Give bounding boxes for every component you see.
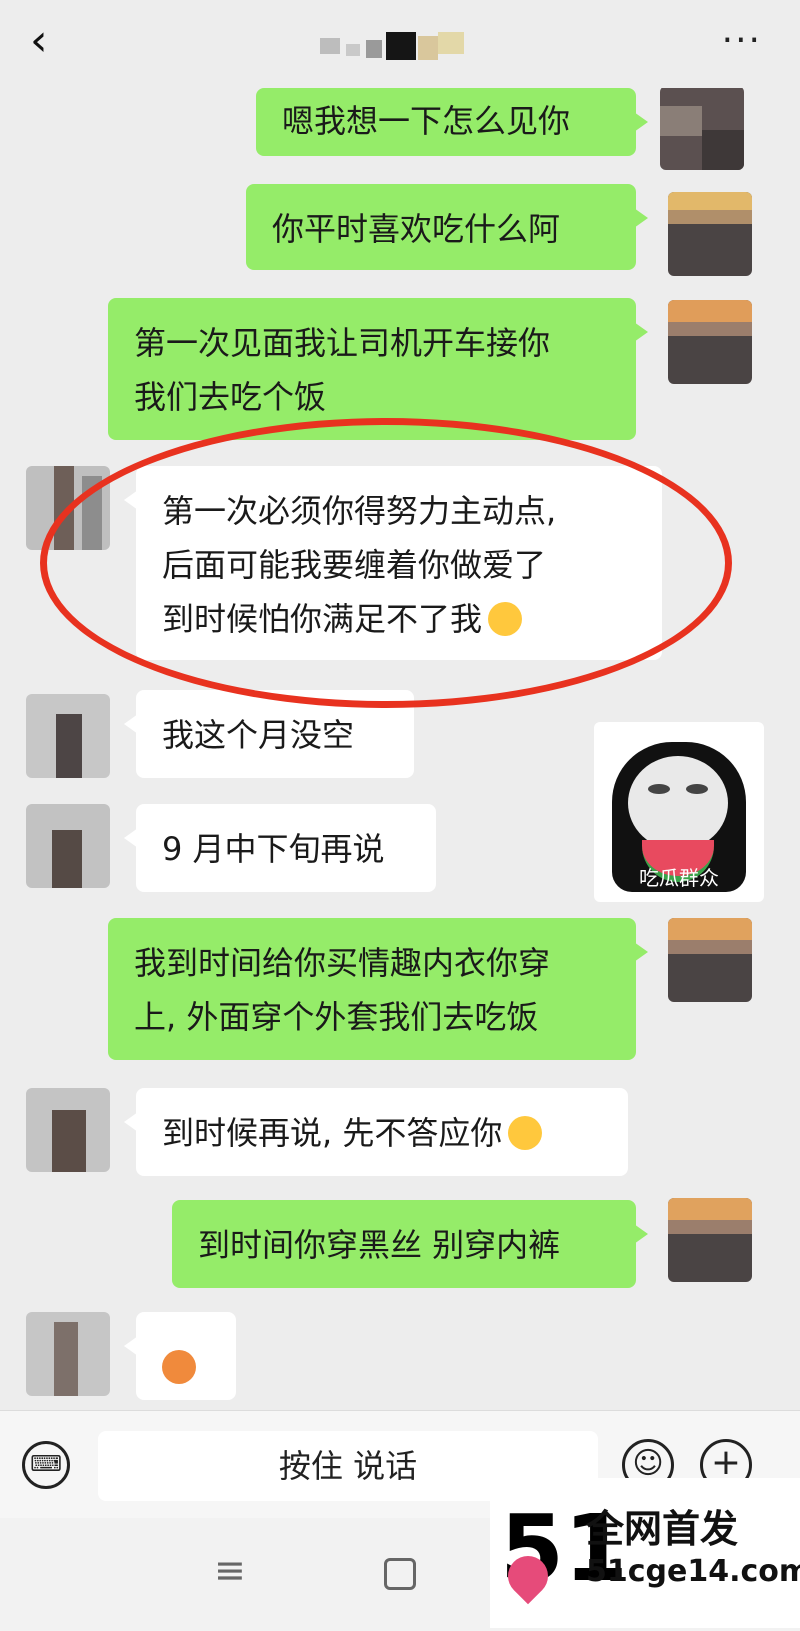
joy-emoji-icon	[488, 602, 523, 636]
avatar-other[interactable]	[26, 1312, 110, 1396]
avatar-me[interactable]	[660, 88, 744, 170]
sweat-smile-emoji-icon	[162, 1350, 196, 1384]
message-text: 我这个月没空	[162, 716, 355, 754]
message-text: 到时候再说, 先不答应你	[162, 1114, 503, 1152]
message-bubble-other[interactable]: 到时候再说, 先不答应你	[124, 1088, 628, 1176]
chevron-left-icon: ‹	[30, 15, 48, 66]
avatar-other[interactable]	[26, 694, 110, 778]
message-text: 第一次必须你得努力主动点,	[162, 492, 557, 530]
watermark-line1: 全网首发	[586, 1507, 739, 1551]
message-text: 我们去吃个饭	[134, 378, 327, 416]
message-text: 我到时间给你买情趣内衣你穿	[134, 944, 551, 982]
avatar-me[interactable]	[668, 300, 752, 384]
avatar-me[interactable]	[668, 1198, 752, 1282]
back-button[interactable]: ‹	[30, 18, 70, 64]
plus-icon: +	[710, 1442, 742, 1483]
message-text: 9 月中下旬再说	[162, 830, 385, 868]
menu-icon: ≡	[214, 1548, 246, 1592]
message-bubble-other[interactable]	[124, 1312, 236, 1400]
message-text: 你平时喜欢吃什么阿	[272, 210, 561, 248]
chat-header: ‹ ···	[0, 0, 800, 88]
sticker-caption: 吃瓜群众	[639, 866, 719, 890]
message-bubble-me[interactable]: 第一次见面我让司机开车接你 我们去吃个饭	[108, 298, 648, 440]
message-text: 到时候怕你满足不了我	[162, 600, 483, 638]
avatar-other[interactable]	[26, 1088, 110, 1172]
keyboard-icon: ⌨	[30, 1452, 62, 1477]
avatar-other[interactable]	[26, 466, 110, 550]
chat-area[interactable]: 嗯我想一下怎么见你 你平时喜欢吃什么阿 第一次见面我让司机开车接你 我们去吃个饭…	[0, 88, 800, 1410]
watermark: 51 全网首发 51cge14.com	[490, 1478, 800, 1628]
message-text: 到时间你穿黑丝 别穿内裤	[198, 1226, 561, 1264]
wink-tongue-emoji-icon	[508, 1116, 543, 1150]
message-bubble-me[interactable]: 嗯我想一下怎么见你	[256, 88, 648, 156]
message-bubble-other[interactable]: 第一次必须你得努力主动点, 后面可能我要缠着你做爱了 到时候怕你满足不了我	[124, 466, 662, 660]
message-bubble-me[interactable]: 你平时喜欢吃什么阿	[246, 184, 648, 270]
more-button[interactable]: ···	[722, 20, 762, 61]
home-button[interactable]	[384, 1558, 416, 1590]
menu-button[interactable]: ≡	[214, 1548, 246, 1592]
message-bubble-me[interactable]: 我到时间给你买情趣内衣你穿 上, 外面穿个外套我们去吃饭	[108, 918, 648, 1060]
keyboard-toggle-button[interactable]: ⌨	[22, 1441, 70, 1489]
watermark-line2: 51cge14.com	[586, 1554, 800, 1589]
message-bubble-other[interactable]: 9 月中下旬再说	[124, 804, 436, 892]
message-text: 嗯我想一下怎么见你	[282, 102, 571, 140]
avatar-other[interactable]	[26, 804, 110, 888]
message-text: 上, 外面穿个外套我们去吃饭	[134, 998, 539, 1036]
smile-icon: ☺	[632, 1446, 664, 1481]
message-text: 后面可能我要缠着你做爱了	[162, 546, 547, 584]
message-bubble-other[interactable]: 我这个月没空	[124, 690, 414, 778]
sticker-image[interactable]: 吃瓜群众	[594, 722, 764, 902]
message-bubble-me[interactable]: 到时间你穿黑丝 别穿内裤	[172, 1200, 648, 1288]
message-text: 第一次见面我让司机开车接你	[134, 324, 551, 362]
more-dots-icon: ···	[721, 20, 762, 61]
chat-title-blurred	[320, 28, 480, 62]
avatar-me[interactable]	[668, 918, 752, 1002]
avatar-me[interactable]	[668, 192, 752, 276]
